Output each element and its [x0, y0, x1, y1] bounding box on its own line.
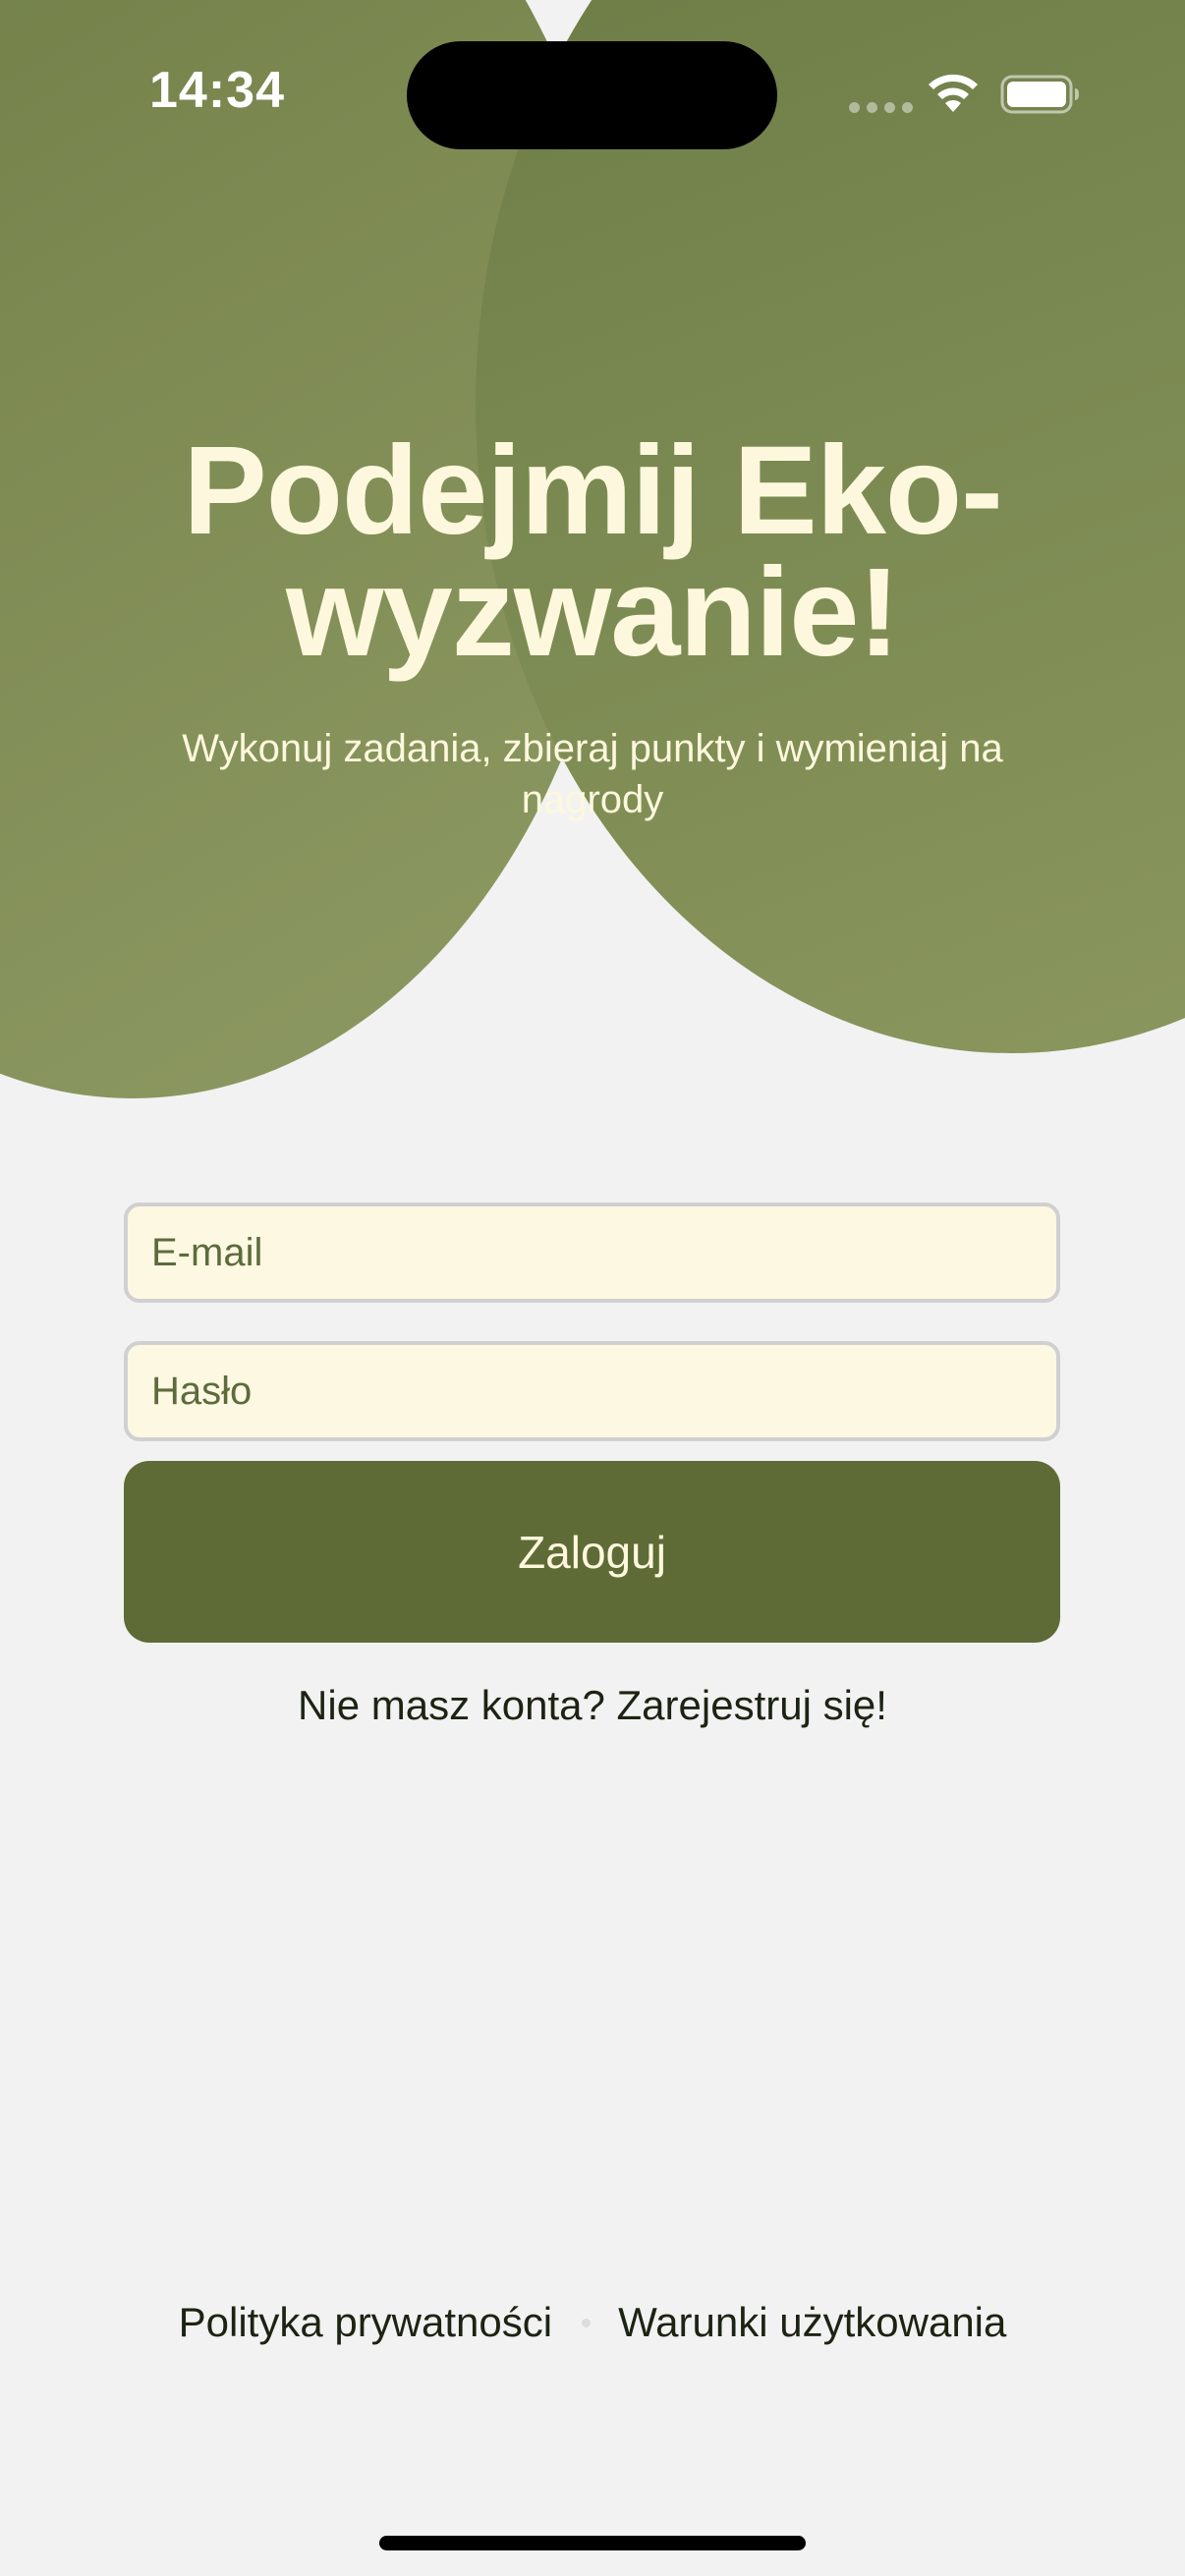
- footer-separator: [582, 2318, 592, 2327]
- cellular-signal-icon: [849, 102, 913, 113]
- login-button[interactable]: Zaloguj: [124, 1461, 1060, 1643]
- privacy-policy-link[interactable]: Polityka prywatności: [179, 2299, 552, 2346]
- hero-title: Podejmij Eko- wyzwanie!: [0, 420, 1185, 683]
- footer-links: Polityka prywatności Warunki użytkowania: [0, 2299, 1185, 2346]
- dynamic-island: [407, 41, 777, 149]
- email-field[interactable]: [124, 1203, 1060, 1303]
- battery-icon: [1000, 75, 1079, 114]
- terms-of-use-link[interactable]: Warunki użytkowania: [618, 2299, 1006, 2346]
- hero-subtitle: Wykonuj zadania, zbieraj punkty i wymien…: [182, 727, 1003, 821]
- wifi-icon: [929, 74, 978, 112]
- hero-title-line-2: wyzwanie!: [285, 542, 900, 683]
- login-screen: 14:34 Podejmij Eko- wyzwanie! Wykonuj za…: [0, 0, 1185, 2576]
- hero-title-line-1: Podejmij Eko-: [183, 420, 1002, 561]
- home-indicator[interactable]: [379, 2536, 806, 2550]
- password-field[interactable]: [124, 1341, 1060, 1441]
- status-bar-time: 14:34: [149, 62, 285, 119]
- register-link[interactable]: Nie masz konta? Zarejestruj się!: [0, 1682, 1185, 1729]
